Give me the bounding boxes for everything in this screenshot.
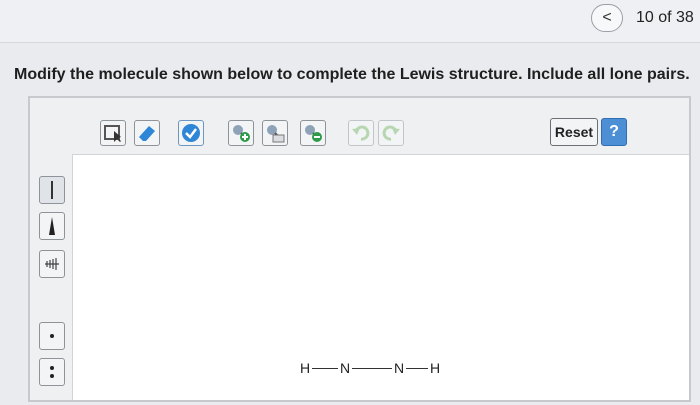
help-button[interactable]: ? [601, 118, 627, 146]
lone-pair-icon [50, 366, 54, 378]
add-atom-icon [233, 125, 250, 142]
lone-electron-tool[interactable] [39, 322, 65, 350]
hash-bond-tool[interactable] [39, 250, 65, 278]
eraser-icon [139, 126, 155, 141]
undo-icon [352, 125, 370, 141]
lone-pair-tool[interactable] [39, 358, 65, 386]
redo-button[interactable] [378, 120, 404, 146]
eraser-tool-button[interactable] [134, 120, 160, 146]
remove-atom-icon [305, 125, 322, 142]
select-tool-button[interactable] [100, 120, 126, 146]
bond-n-h-right[interactable] [406, 368, 428, 369]
remove-atom-button[interactable] [300, 120, 326, 146]
atom-properties-button[interactable] [262, 120, 288, 146]
wedge-bond-icon [49, 217, 55, 235]
chevron-left-icon: < [602, 9, 612, 26]
top-bar: < 10 of 38 [0, 0, 700, 43]
hash-bond-icon [45, 258, 59, 270]
drawing-canvas[interactable] [73, 155, 689, 400]
lone-electron-icon [50, 334, 54, 338]
single-bond-tool[interactable] [39, 176, 65, 204]
atom-n-left[interactable]: N [340, 360, 350, 376]
select-lasso-icon [104, 125, 121, 142]
add-atom-button[interactable] [228, 120, 254, 146]
reset-button[interactable]: Reset [550, 118, 598, 146]
question-prompt: Modify the molecule shown below to compl… [14, 66, 690, 83]
atom-n-right[interactable]: N [394, 360, 404, 376]
atom-info-icon [267, 125, 285, 143]
question-counter: 10 of 38 [636, 9, 694, 26]
atom-h-right[interactable]: H [430, 360, 440, 376]
back-button[interactable]: < [591, 4, 623, 32]
single-bond-icon [51, 181, 53, 199]
undo-button[interactable] [348, 120, 374, 146]
editor-toolbar: Reset ? [30, 98, 689, 155]
redo-icon [382, 125, 400, 141]
bond-n-n[interactable] [352, 368, 392, 369]
check-icon [182, 124, 200, 142]
molecule-editor: Reset ? H N N H [28, 96, 691, 402]
bond-h-n-left[interactable] [312, 368, 338, 369]
editor-sidebar [30, 154, 73, 400]
atom-h-left[interactable]: H [300, 360, 310, 376]
check-tool-button[interactable] [178, 120, 204, 146]
wedge-bond-tool[interactable] [39, 212, 65, 240]
